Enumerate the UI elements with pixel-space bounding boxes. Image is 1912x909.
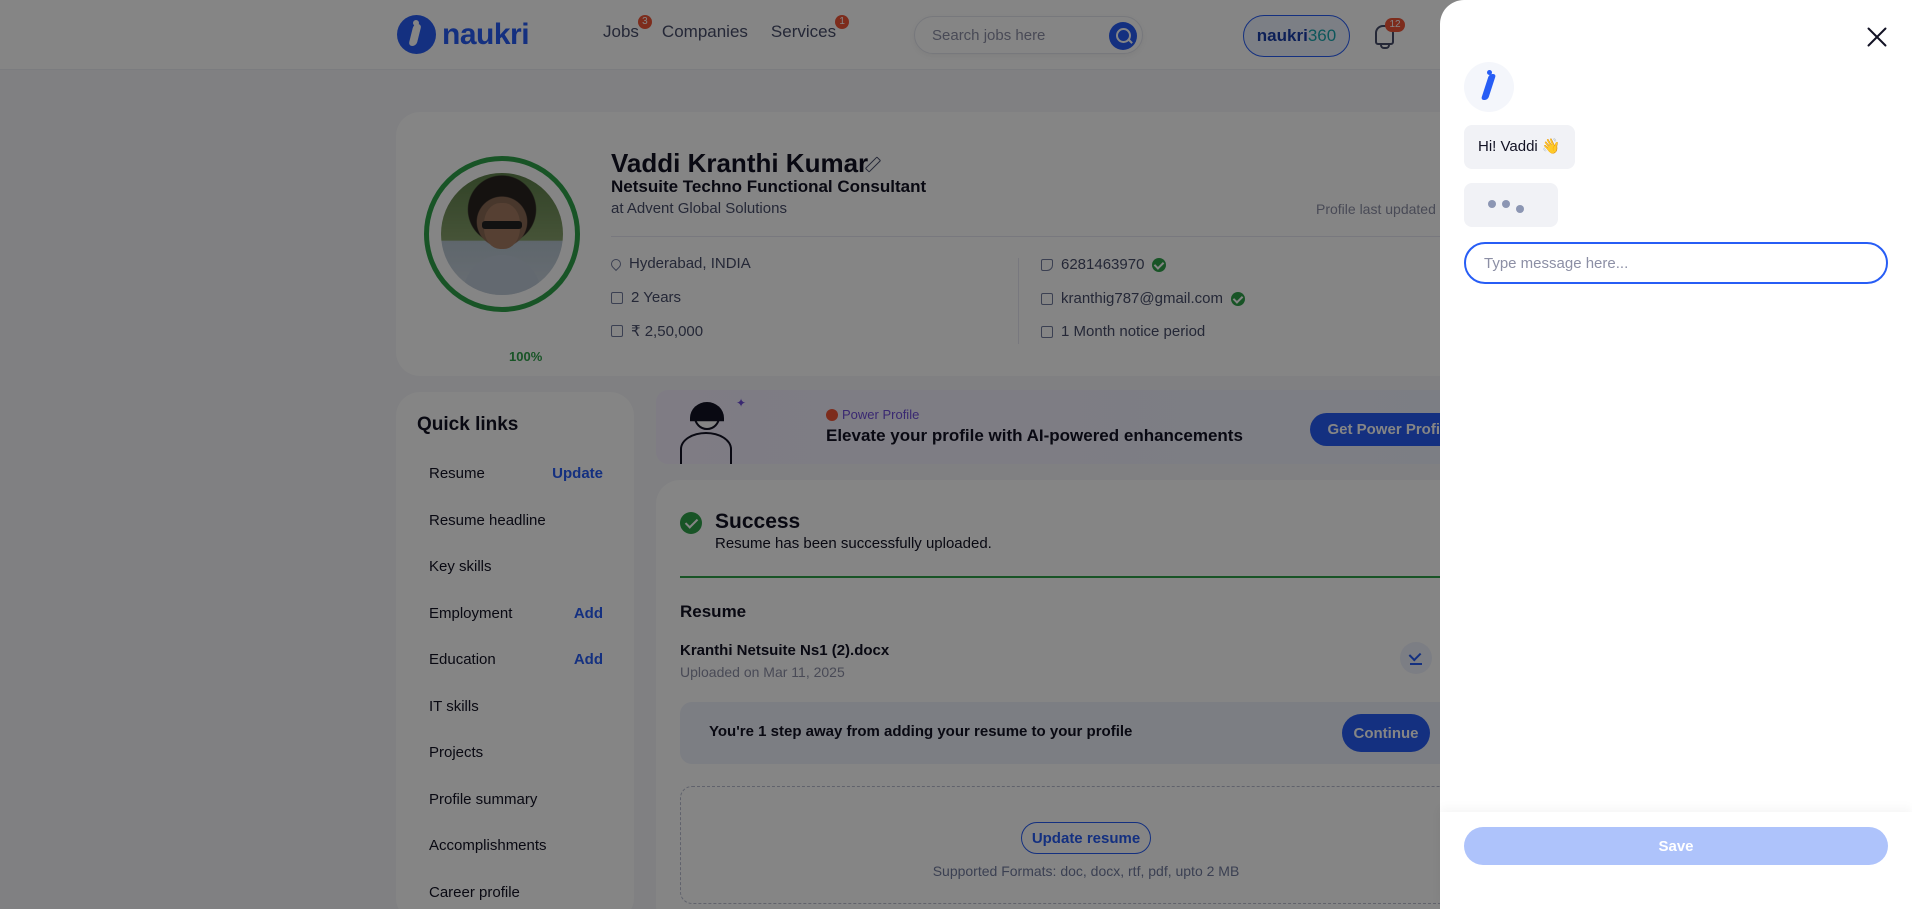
- chat-footer: Save: [1440, 812, 1912, 909]
- chat-greeting-bubble: Hi! Vaddi 👋: [1464, 125, 1575, 169]
- typing-dot: [1516, 205, 1524, 213]
- typing-indicator: [1464, 183, 1558, 227]
- chat-drawer: Hi! Vaddi 👋 Save: [1440, 0, 1912, 909]
- save-button[interactable]: Save: [1464, 827, 1888, 865]
- typing-dot: [1502, 200, 1510, 208]
- chatbot-avatar-icon: [1464, 62, 1514, 112]
- typing-dot: [1488, 200, 1496, 208]
- chat-message-input[interactable]: [1464, 242, 1888, 284]
- close-icon[interactable]: [1864, 24, 1890, 50]
